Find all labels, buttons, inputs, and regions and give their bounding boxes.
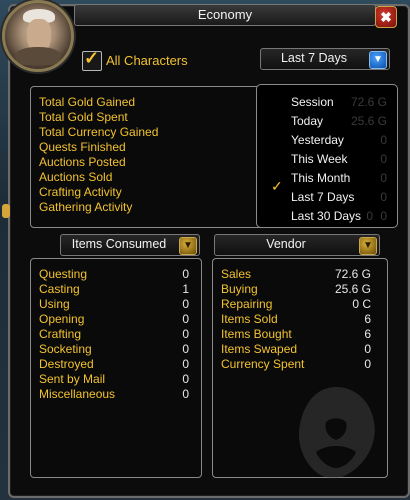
- summary-value-hidden: 0: [380, 133, 387, 147]
- items-consumed-label: Sent by Mail: [39, 372, 106, 386]
- all-characters-checkbox[interactable]: ✓: [82, 48, 102, 71]
- items-consumed-label: Miscellaneous: [39, 387, 116, 401]
- vendor-label: Repairing: [221, 297, 273, 311]
- vendor-value: 0: [364, 357, 371, 371]
- items-consumed-value: 0: [182, 387, 189, 401]
- summary-value-hidden: 0: [380, 209, 387, 223]
- items-consumed-value: 0: [182, 357, 189, 371]
- summary-value-hidden: 0: [366, 209, 373, 223]
- items-consumed-value: 0: [182, 342, 189, 356]
- chevron-down-icon[interactable]: ▼: [359, 237, 377, 255]
- period-dropdown-menu: 72.6 G 25.6 G 0 0 0 0 0 0 Session Today …: [256, 84, 398, 228]
- vendor-dropdown[interactable]: Vendor ▼: [214, 234, 380, 256]
- vendor-value: 6: [364, 327, 371, 341]
- menu-item-today[interactable]: Today: [291, 114, 323, 128]
- menu-item-session[interactable]: Session: [291, 95, 334, 109]
- period-dropdown[interactable]: Last 7 Days ▼: [260, 48, 390, 70]
- summary-row-label: Total Gold Gained: [39, 95, 136, 109]
- items-consumed-label: Questing: [39, 267, 88, 281]
- chevron-down-icon[interactable]: ▼: [179, 237, 197, 255]
- portrait-coat: [15, 47, 61, 65]
- summary-row-label: Gathering Activity: [39, 200, 133, 214]
- all-characters-label: All Characters: [106, 53, 188, 68]
- summary-value-hidden: 0: [380, 171, 387, 185]
- items-consumed-value: 0: [182, 297, 189, 311]
- menu-item-last-30-days[interactable]: Last 30 Days: [291, 209, 361, 223]
- vendor-value: 6: [364, 312, 371, 326]
- items-consumed-value: 0: [182, 372, 189, 386]
- side-tab-handle[interactable]: [2, 204, 10, 218]
- lion-crest-icon: [298, 387, 375, 479]
- vendor-value: 25.6 G: [334, 282, 371, 296]
- menu-item-last-7-days[interactable]: Last 7 Days: [291, 190, 354, 204]
- character-portrait: [2, 0, 74, 72]
- items-consumed-label: Destroyed: [39, 357, 94, 371]
- vendor-label: Buying: [221, 282, 258, 296]
- items-consumed-dropdown-label: Items Consumed: [71, 237, 167, 251]
- items-consumed-value: 0: [182, 267, 189, 281]
- checkmark-icon: ✓: [84, 48, 100, 68]
- vendor-value: 0 C: [352, 297, 371, 311]
- vendor-label: Items Swaped: [221, 342, 298, 356]
- summary-row-label: Total Currency Gained: [39, 125, 159, 139]
- summary-row-label: Auctions Sold: [39, 170, 113, 184]
- vendor-label: Items Sold: [221, 312, 278, 326]
- items-consumed-value: 1: [182, 282, 189, 296]
- vendor-label: Sales: [221, 267, 252, 281]
- chevron-down-icon[interactable]: ▼: [369, 51, 387, 69]
- items-consumed-value: 0: [182, 327, 189, 341]
- menu-item-this-month[interactable]: This Month: [291, 171, 350, 185]
- items-consumed-label: Socketing: [39, 342, 92, 356]
- summary-value-hidden: 0: [380, 190, 387, 204]
- items-consumed-label: Opening: [39, 312, 85, 326]
- close-button[interactable]: ✖: [375, 6, 397, 28]
- title-bar[interactable]: Economy: [74, 4, 376, 26]
- menu-item-this-week[interactable]: This Week: [291, 152, 347, 166]
- items-consumed-panel: Questing 0 Casting 1 Using 0 Opening 0 C…: [30, 258, 202, 478]
- summary-row-label: Quests Finished: [39, 140, 126, 154]
- summary-value-hidden: 72.6 G: [350, 95, 387, 109]
- summary-row-label: Auctions Posted: [39, 155, 126, 169]
- vendor-value: 0: [364, 342, 371, 356]
- summary-row-label: Crafting Activity: [39, 185, 122, 199]
- close-icon: ✖: [380, 9, 392, 25]
- summary-row-label: Total Gold Spent: [39, 110, 128, 124]
- vendor-label: Currency Spent: [221, 357, 305, 371]
- summary-value-hidden: 25.6 G: [350, 114, 387, 128]
- items-consumed-dropdown[interactable]: Items Consumed ▼: [60, 234, 200, 256]
- window-title: Economy: [197, 7, 253, 22]
- checkmark-icon: ✓: [271, 178, 283, 194]
- items-consumed-label: Casting: [39, 282, 80, 296]
- period-dropdown-label: Last 7 Days: [280, 51, 347, 65]
- items-consumed-value: 0: [182, 312, 189, 326]
- summary-value-hidden: 0: [380, 152, 387, 166]
- menu-item-yesterday[interactable]: Yesterday: [291, 133, 344, 147]
- vendor-value: 72.6 G: [334, 267, 371, 281]
- vendor-label: Items Bought: [221, 327, 292, 341]
- items-consumed-label: Using: [39, 297, 70, 311]
- vendor-dropdown-label: Vendor: [266, 237, 306, 251]
- items-consumed-label: Crafting: [39, 327, 82, 341]
